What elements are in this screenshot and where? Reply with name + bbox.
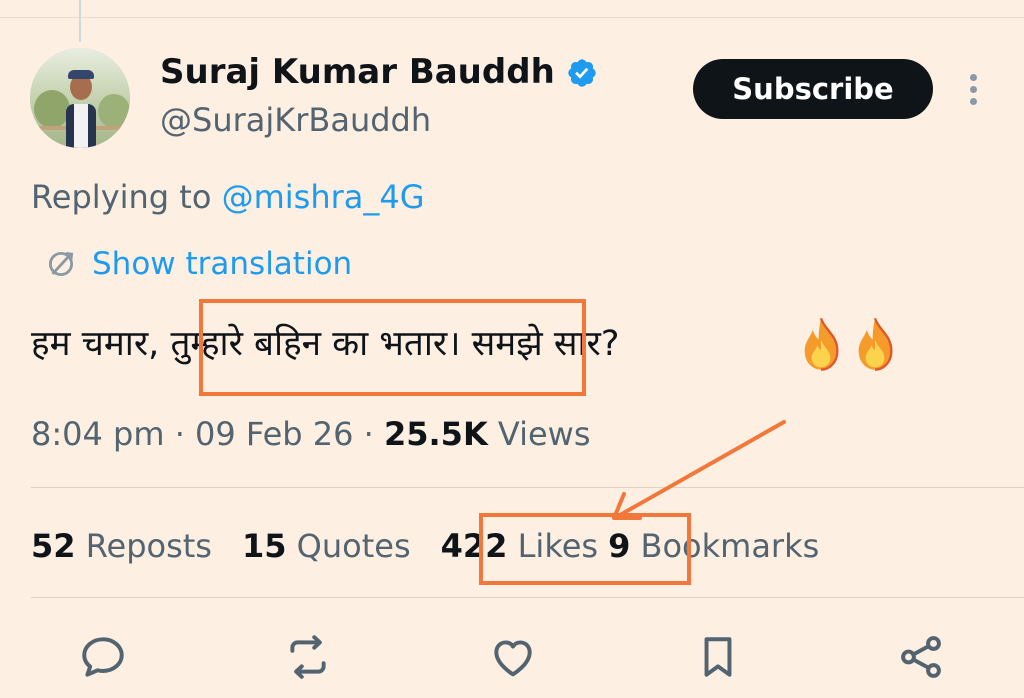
divider: [31, 597, 1024, 598]
reposts-label: Reposts: [75, 527, 212, 565]
likes-annotation-box: [479, 513, 691, 585]
tweet-date[interactable]: 09 Feb 26: [195, 415, 353, 453]
more-options-icon[interactable]: [962, 70, 984, 110]
translate-icon: [48, 251, 74, 277]
tweet-meta: 8:04 pm · 09 Feb 26 · 25.5K Views: [31, 413, 591, 455]
share-icon[interactable]: [896, 632, 946, 682]
highlight-annotation-box: [199, 299, 586, 396]
divider: [31, 487, 1024, 488]
like-icon[interactable]: [488, 632, 538, 682]
engagement-stats: 52 Reposts 15 Quotes 422 Likes 9 Bookmarks: [31, 525, 849, 567]
fire-emoji: [804, 317, 839, 371]
quotes-count: 15: [241, 527, 287, 565]
show-translation-link[interactable]: Show translation: [44, 244, 352, 284]
show-translation-label[interactable]: Show translation: [92, 246, 352, 282]
author-handle[interactable]: @SurajKrBauddh: [160, 100, 431, 140]
verified-badge-icon: [568, 59, 596, 87]
replying-to-label: Replying to: [31, 178, 222, 216]
thread-line: [79, 0, 81, 42]
author-name[interactable]: Suraj Kumar Bauddh: [160, 52, 555, 92]
bookmark-icon[interactable]: [693, 632, 743, 682]
mention-link[interactable]: @mishra_4G: [222, 178, 425, 216]
subscribe-button[interactable]: Subscribe: [693, 59, 933, 119]
avatar[interactable]: [30, 48, 130, 148]
meta-separator: ·: [164, 415, 196, 453]
quotes-stat[interactable]: 15 Quotes: [242, 525, 411, 567]
views-count: 25.5K: [383, 415, 488, 453]
replying-to: Replying to @mishra_4G: [31, 177, 425, 217]
repost-icon[interactable]: [283, 632, 333, 682]
views-label: Views: [487, 415, 591, 453]
top-divider: [0, 17, 1024, 18]
reply-icon[interactable]: [78, 632, 128, 682]
meta-separator: ·: [353, 415, 384, 453]
tweet-text-start: हम चमार,: [31, 324, 171, 364]
avatar-tree: [98, 94, 130, 128]
reposts-count: 52: [31, 527, 76, 565]
quotes-label: Quotes: [286, 527, 411, 565]
fire-emoji: [858, 317, 893, 371]
avatar-person-shirt: [74, 104, 88, 148]
tweet-time[interactable]: 8:04 pm: [31, 415, 165, 453]
avatar-tree: [34, 90, 70, 128]
reposts-stat[interactable]: 52 Reposts: [31, 525, 212, 567]
avatar-person-cap: [68, 70, 94, 79]
